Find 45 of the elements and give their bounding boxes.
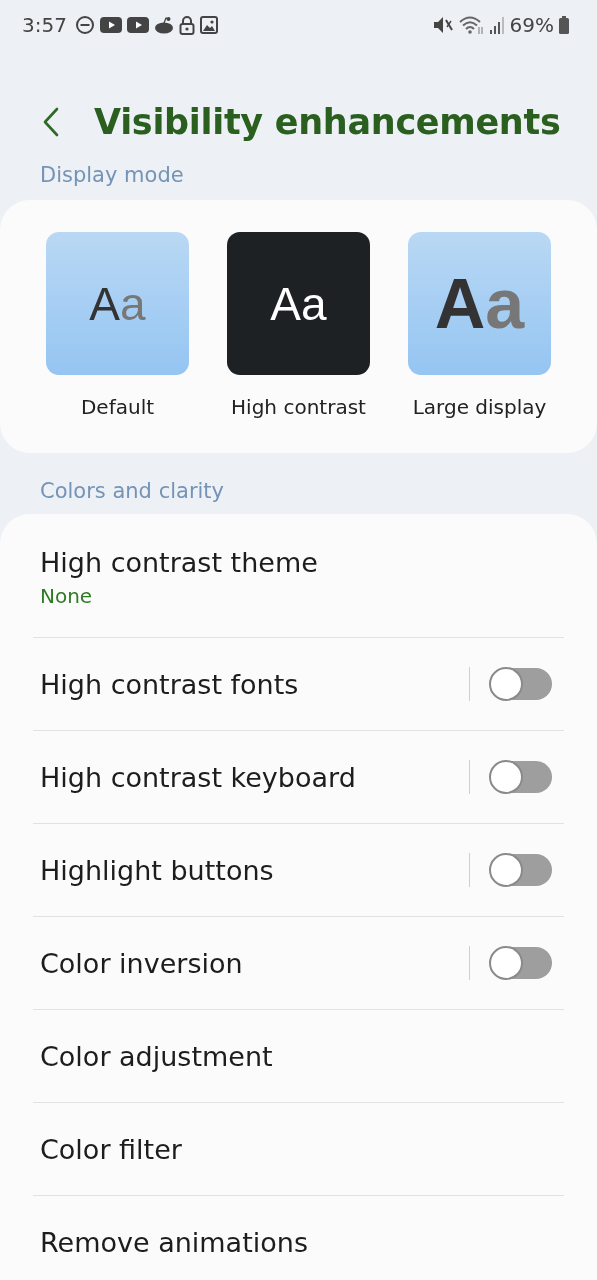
settings-item-label: Remove animations	[40, 1226, 309, 1258]
do-not-disturb-icon	[74, 15, 95, 35]
settings-item[interactable]: Color inversion	[33, 917, 564, 1009]
section-heading: Colors and clarity	[40, 478, 225, 504]
display-mode-preview[interactable]: Aa	[408, 232, 551, 375]
settings-item-label: Color inversion	[40, 947, 244, 979]
battery-icon	[559, 16, 569, 34]
back-icon[interactable]	[42, 107, 60, 137]
settings-item-label: High contrast theme	[40, 547, 319, 578]
settings-item[interactable]: High contrast keyboard	[33, 731, 564, 823]
play-icon	[126, 17, 149, 33]
settings-item-value: None	[40, 584, 94, 608]
settings-item-label: Highlight buttons	[40, 854, 275, 886]
page-title: Visibility enhancements	[94, 102, 561, 142]
settings-item[interactable]: Color adjustment	[33, 1010, 564, 1102]
wifi-icon	[457, 15, 484, 35]
toggle-switch[interactable]	[490, 947, 552, 979]
settings-item-label: High contrast fonts	[40, 668, 300, 700]
display-mode-preview[interactable]: Aa	[46, 232, 189, 375]
preview-text: Aa	[89, 276, 146, 331]
display-mode-preview[interactable]: Aa	[227, 232, 370, 375]
display-mode-label: High contrast	[231, 395, 366, 419]
signal-icon	[488, 16, 505, 34]
display-mode-label: Default	[80, 395, 155, 419]
play-icon	[99, 17, 122, 33]
status-time: 3:57	[22, 13, 67, 37]
toggle-switch[interactable]	[490, 761, 552, 793]
settings-item-label: Color filter	[40, 1133, 183, 1165]
lock-icon	[178, 15, 195, 35]
preview-text: Aa	[270, 276, 327, 331]
preview-text: Aa	[434, 263, 525, 344]
section-heading: Display mode	[40, 162, 185, 188]
toggle-switch[interactable]	[490, 854, 552, 886]
mute-icon	[432, 16, 453, 34]
display-mode-label: Large display	[412, 395, 547, 419]
settings-item[interactable]: High contrast fonts	[33, 638, 564, 730]
settings-item[interactable]: Color filter	[33, 1103, 564, 1195]
settings-item-label: Color adjustment	[40, 1040, 274, 1072]
settings-item[interactable]: Remove animations	[33, 1196, 564, 1280]
image-icon	[199, 16, 218, 34]
toggle-switch[interactable]	[490, 668, 552, 700]
settings-item[interactable]: Highlight buttons	[33, 824, 564, 916]
settings-item[interactable]: High contrast theme None	[33, 514, 564, 637]
battery-percentage: 69%	[509, 13, 554, 37]
settings-item-label: High contrast keyboard	[40, 761, 357, 793]
